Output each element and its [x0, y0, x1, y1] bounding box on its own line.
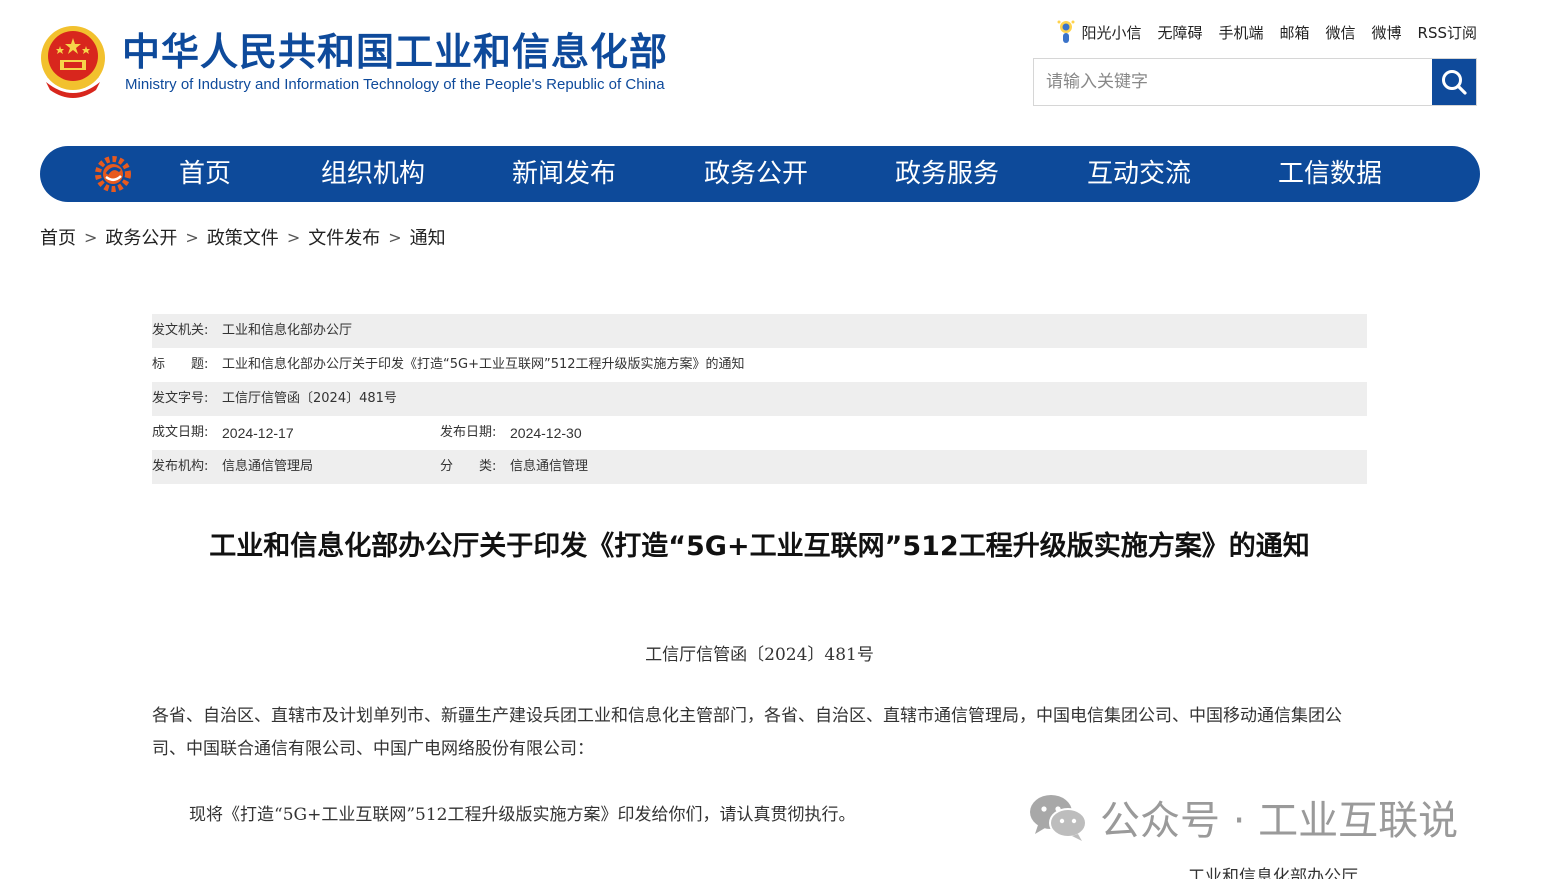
meta-label-org: 发布机构:: [152, 459, 209, 474]
nav-home[interactable]: 首页: [179, 146, 231, 202]
meta-row-org: 发布机构: 信息通信管理局 分 类: 信息通信管理: [152, 450, 1367, 484]
meta-row-title: 标 题: 工业和信息化部办公厅关于印发《打造“5G+工业互联网”512工程升级版…: [152, 348, 1367, 382]
search-input[interactable]: [1034, 59, 1432, 105]
national-emblem-icon: [41, 26, 105, 98]
search-icon: [1442, 70, 1467, 95]
nav-government-affairs[interactable]: 政务公开: [704, 146, 808, 202]
link-accessibility[interactable]: 无障碍: [1157, 22, 1202, 43]
breadcrumb-notice[interactable]: 通知: [410, 224, 446, 250]
mascot-icon: [1057, 20, 1075, 43]
meta-label-published: 发布日期:: [440, 425, 497, 440]
meta-label-category: 分 类:: [440, 459, 497, 474]
breadcrumb-separator: >: [185, 227, 199, 247]
main-nav: 首页 组织机构 新闻发布 政务公开 政务服务 互动交流 工信数据: [40, 146, 1480, 202]
meta-value-published: 2024-12-30: [510, 425, 582, 441]
meta-row-dates: 成文日期: 2024-12-17 发布日期: 2024-12-30: [152, 416, 1367, 450]
search-box: [1033, 58, 1477, 106]
link-weibo[interactable]: 微博: [1372, 22, 1402, 43]
meta-value-docno: 工信厅信管函〔2024〕481号: [222, 391, 397, 406]
article-addressee: 各省、自治区、直辖市及计划单列市、新疆生产建设兵团工业和信息化主管部门，各省、自…: [152, 706, 1342, 759]
link-wechat[interactable]: 微信: [1326, 22, 1356, 43]
article-doc-number: 工信厅信管函〔2024〕481号: [645, 645, 874, 665]
page: 中华人民共和国工业和信息化部 Ministry of Industry and …: [0, 0, 1545, 879]
meta-value-issuer: 工业和信息化部办公厅: [222, 323, 353, 338]
site-subtitle: Ministry of Industry and Information Tec…: [125, 76, 665, 93]
article-title: 工业和信息化部办公厅关于印发《打造“5G+工业互联网”512工程升级版实施方案》…: [209, 531, 1310, 562]
meta-label-title: 标 题:: [152, 357, 209, 372]
link-rss[interactable]: RSS订阅: [1418, 22, 1477, 43]
nav-services[interactable]: 政务服务: [895, 146, 999, 202]
meta-label-issuer: 发文机关:: [152, 323, 209, 338]
meta-row-docno: 发文字号: 工信厅信管函〔2024〕481号: [152, 382, 1367, 416]
wechat-icon: [1030, 795, 1087, 841]
nav-news[interactable]: 新闻发布: [512, 146, 616, 202]
meta-value-title: 工业和信息化部办公厅关于印发《打造“5G+工业互联网”512工程升级版实施方案》…: [222, 357, 745, 372]
breadcrumb-government-affairs[interactable]: 政务公开: [105, 224, 177, 250]
meta-label-created: 成文日期:: [152, 425, 209, 440]
meta-row-issuer: 发文机关: 工业和信息化部办公厅: [152, 314, 1367, 348]
article-body: 现将《打造“5G+工业互联网”512工程升级版实施方案》印发给你们，请认真贯彻执…: [189, 805, 856, 825]
breadcrumb-separator: >: [286, 227, 301, 247]
watermark-text: 公众号 · 工业互联说: [1100, 798, 1459, 844]
watermark: 公众号 · 工业互联说: [1028, 788, 1458, 846]
nav-organization[interactable]: 组织机构: [321, 146, 425, 202]
article-signature: 工业和信息化部办公厅: [1188, 867, 1358, 879]
nav-interaction[interactable]: 互动交流: [1087, 146, 1191, 202]
document-meta-table: 发文机关: 工业和信息化部办公厅 标 题: 工业和信息化部办公厅关于印发《打造“…: [152, 314, 1367, 484]
meta-value-category: 信息通信管理: [510, 459, 589, 474]
search-button[interactable]: [1432, 59, 1476, 105]
link-mailbox[interactable]: 邮箱: [1279, 22, 1309, 43]
breadcrumb-separator: >: [388, 227, 402, 247]
top-links: 阳光小信 无障碍 手机端 邮箱 微信 微博 RSS订阅: [1055, 18, 1477, 46]
breadcrumb-home[interactable]: 首页: [40, 224, 76, 250]
ministry-logo-icon: [95, 156, 131, 192]
breadcrumb-separator: >: [84, 227, 98, 247]
nav-data[interactable]: 工信数据: [1278, 146, 1382, 202]
meta-label-docno: 发文字号:: [152, 391, 209, 406]
breadcrumb-file-release[interactable]: 文件发布: [308, 224, 380, 250]
meta-value-org: 信息通信管理局: [222, 459, 314, 474]
meta-value-created: 2024-12-17: [222, 425, 294, 441]
link-mobile[interactable]: 手机端: [1218, 22, 1263, 43]
breadcrumb-policy-files[interactable]: 政策文件: [207, 224, 279, 250]
link-sunshine[interactable]: 阳光小信: [1081, 22, 1141, 43]
breadcrumb: 首页 > 政务公开 > 政策文件 > 文件发布 > 通知: [40, 224, 446, 250]
site-title[interactable]: 中华人民共和国工业和信息化部: [122, 28, 668, 76]
